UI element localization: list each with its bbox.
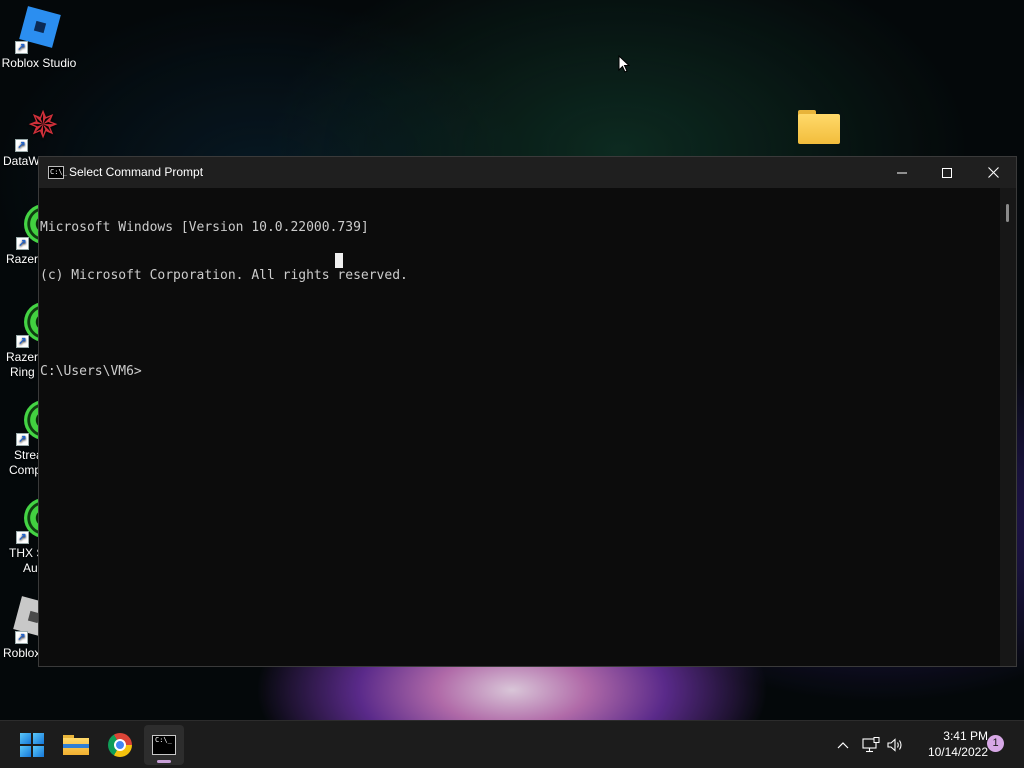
mouse-pointer-icon	[618, 55, 630, 73]
network-button[interactable]	[860, 721, 882, 768]
shortcut-arrow-icon: ↗	[15, 41, 28, 54]
chevron-up-icon	[837, 742, 849, 749]
taskbar-command-prompt[interactable]: C:\_	[144, 725, 184, 765]
command-prompt-icon: C:\_	[152, 735, 176, 755]
terminal-line: Microsoft Windows [Version 10.0.22000.73…	[40, 220, 369, 235]
taskbar-clock[interactable]: 3:41 PM 10/14/2022	[908, 728, 988, 760]
network-icon	[862, 737, 880, 753]
minimize-button[interactable]	[879, 157, 925, 188]
maximize-icon	[942, 167, 952, 178]
shortcut-arrow-icon: ↗	[15, 631, 28, 644]
terminal-prompt: C:\Users\VM6>	[40, 364, 142, 379]
close-button[interactable]	[970, 157, 1016, 188]
clock-time: 3:41 PM	[943, 729, 988, 743]
taskbar: C:\_ 3:41 PM 10/14/2022	[0, 720, 1024, 768]
datawing-icon: ✵ ↗	[13, 104, 61, 152]
roblox-studio-icon: ↗	[15, 6, 63, 54]
window-titlebar[interactable]: C:\_ Select Command Prompt	[39, 157, 1016, 188]
close-icon	[987, 167, 999, 178]
volume-button[interactable]	[884, 721, 906, 768]
shortcut-arrow-icon: ↗	[15, 139, 28, 152]
vertical-scrollbar[interactable]	[1000, 188, 1016, 666]
clock-date: 10/14/2022	[927, 745, 988, 759]
file-explorer-icon	[63, 735, 89, 755]
start-button[interactable]	[12, 725, 52, 765]
active-window-indicator	[157, 760, 171, 763]
minimize-icon	[897, 172, 907, 173]
shortcut-arrow-icon: ↗	[16, 433, 29, 446]
notification-badge[interactable]: 1	[987, 735, 1004, 752]
windows-logo-icon	[20, 733, 44, 757]
terminal-output[interactable]: Microsoft Windows [Version 10.0.22000.73…	[39, 188, 1000, 666]
shortcut-arrow-icon: ↗	[16, 237, 29, 250]
maximize-button[interactable]	[924, 157, 970, 188]
shortcut-arrow-icon: ↗	[16, 531, 29, 544]
taskbar-chrome[interactable]	[100, 725, 140, 765]
chrome-icon	[108, 733, 132, 757]
show-hidden-icons-button[interactable]	[832, 721, 854, 768]
speaker-icon	[887, 738, 902, 752]
desktop-icon-label: Roblox Studio	[1, 56, 77, 70]
desktop-folder-icon[interactable]	[798, 110, 840, 144]
text-cursor	[335, 253, 343, 268]
command-prompt-window[interactable]: C:\_ Select Command Prompt Microsoft Win…	[38, 156, 1017, 667]
shortcut-arrow-icon: ↗	[16, 335, 29, 348]
scrollbar-thumb[interactable]	[1006, 204, 1009, 222]
desktop-icon-roblox-studio[interactable]: ↗ Roblox Studio	[1, 6, 77, 71]
command-prompt-icon: C:\_	[48, 166, 67, 179]
terminal-line: (c) Microsoft Corporation. All rights re…	[40, 268, 408, 283]
taskbar-file-explorer[interactable]	[56, 725, 96, 765]
window-title: Select Command Prompt	[69, 165, 204, 179]
